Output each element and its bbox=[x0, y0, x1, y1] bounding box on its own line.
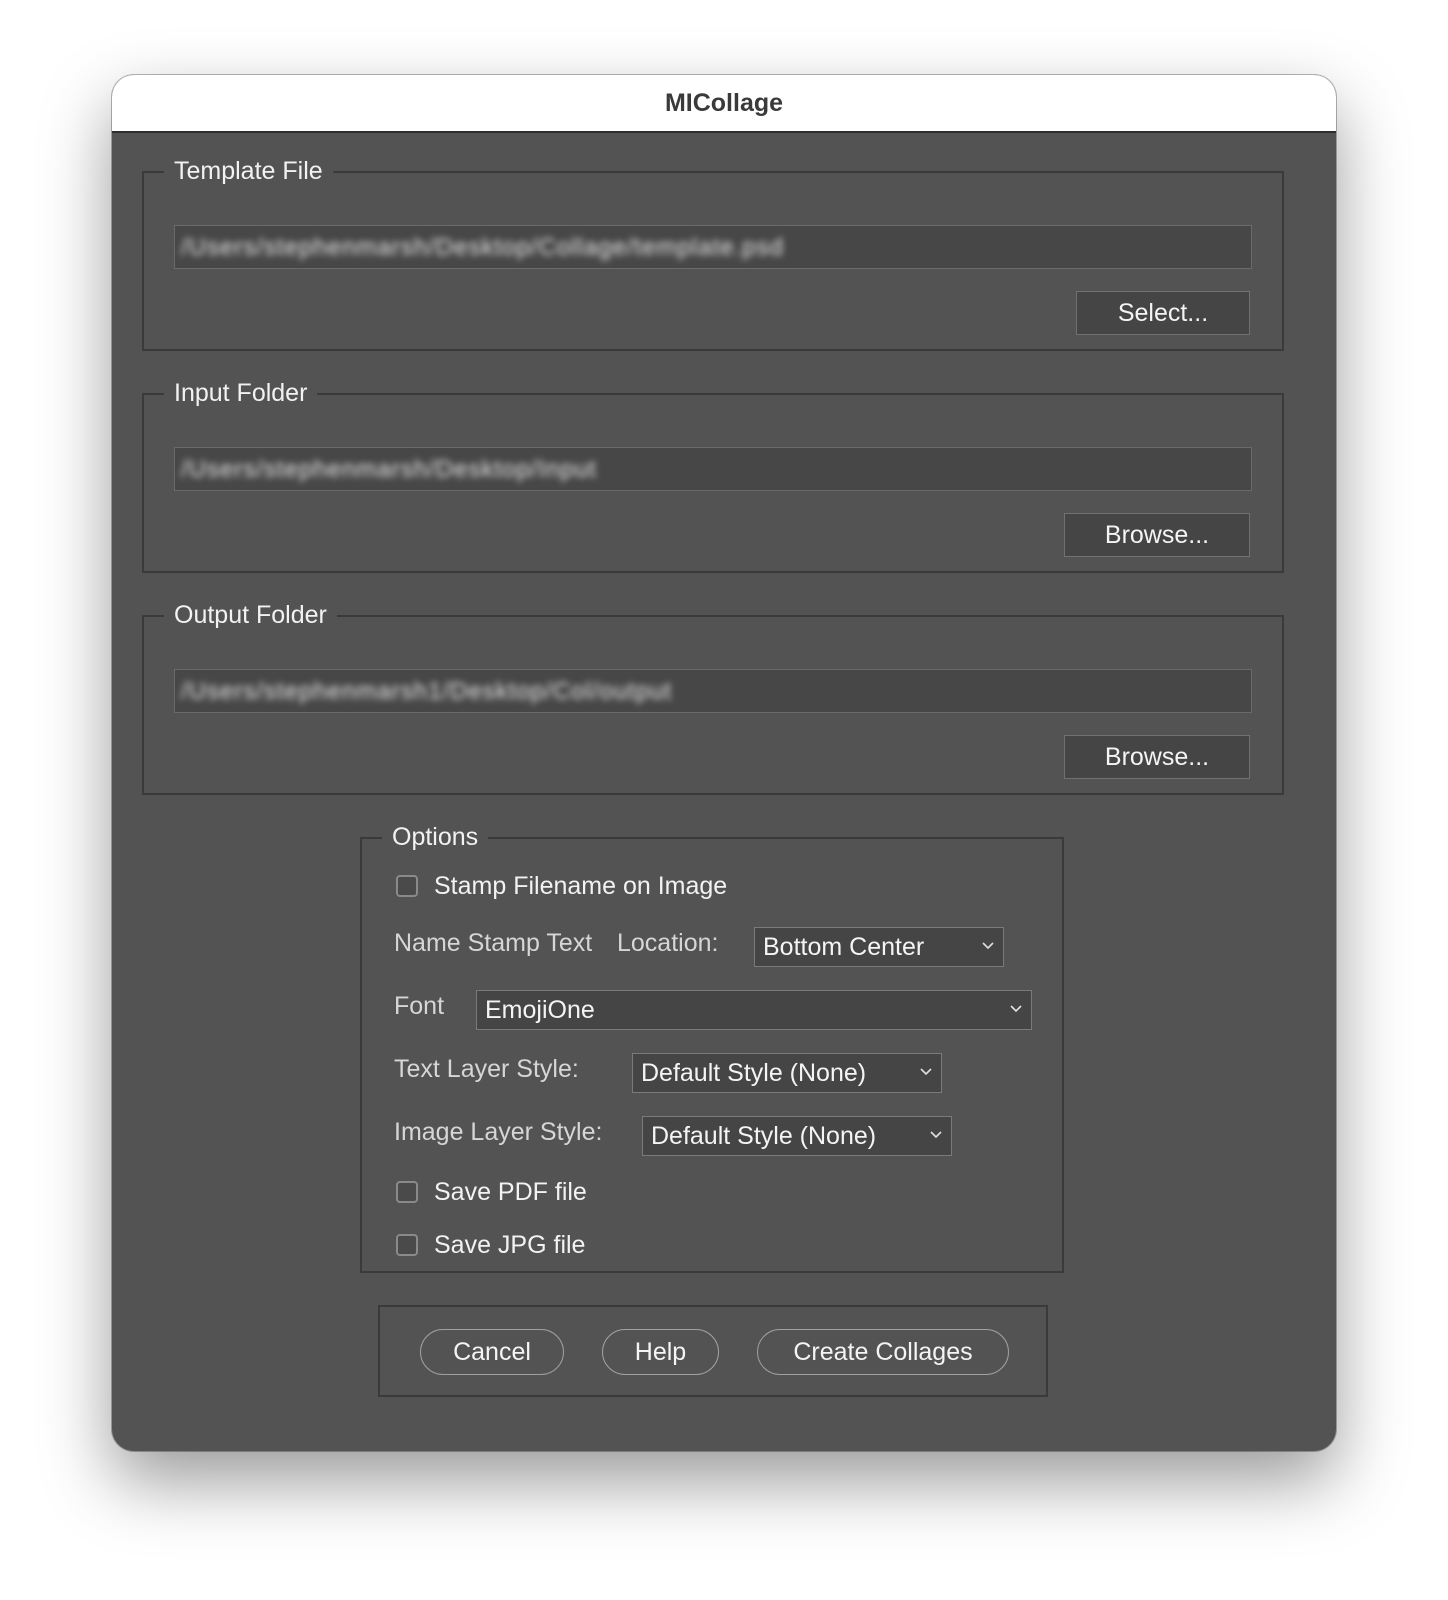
text-layer-style-select[interactable]: Default Style (None) bbox=[632, 1053, 942, 1093]
font-label: Font bbox=[394, 992, 445, 1020]
window-title: MICollage bbox=[112, 75, 1336, 133]
template-file-path: /Users/stephenmarsh/Desktop/Collage/temp… bbox=[181, 234, 784, 261]
stamp-filename-checkbox[interactable] bbox=[396, 875, 418, 897]
chevron-down-icon bbox=[920, 1068, 932, 1076]
input-folder-group: Input Folder /Users/stephenmarsh/Desktop… bbox=[142, 377, 1284, 573]
template-file-group: Template File /Users/stephenmarsh/Deskto… bbox=[142, 155, 1284, 351]
text-layer-style-label: Text Layer Style: bbox=[394, 1055, 579, 1083]
help-button[interactable]: Help bbox=[602, 1329, 719, 1375]
save-pdf-checkbox[interactable] bbox=[396, 1181, 418, 1203]
browse-output-button[interactable]: Browse... bbox=[1064, 735, 1250, 779]
output-folder-path-field[interactable]: /Users/stephenmarsh1/Desktop/Col/output bbox=[174, 669, 1252, 713]
output-folder-legend: Output Folder bbox=[164, 599, 337, 631]
options-legend: Options bbox=[382, 821, 489, 853]
chevron-down-icon bbox=[930, 1131, 942, 1139]
image-layer-style-value: Default Style (None) bbox=[651, 1122, 877, 1150]
text-layer-style-value: Default Style (None) bbox=[641, 1059, 867, 1087]
save-jpg-label: Save JPG file bbox=[434, 1231, 586, 1259]
chevron-down-icon bbox=[982, 942, 994, 950]
browse-input-button[interactable]: Browse... bbox=[1064, 513, 1250, 557]
chevron-down-icon bbox=[1010, 1005, 1022, 1013]
cancel-button[interactable]: Cancel bbox=[420, 1329, 564, 1375]
action-buttons-group: Cancel Help Create Collages bbox=[378, 1305, 1048, 1397]
input-folder-path-field[interactable]: /Users/stephenmarsh/Desktop/Input bbox=[174, 447, 1252, 491]
input-folder-path: /Users/stephenmarsh/Desktop/Input bbox=[181, 456, 597, 483]
stamp-filename-label: Stamp Filename on Image bbox=[434, 872, 728, 900]
location-value: Bottom Center bbox=[763, 933, 925, 961]
font-select[interactable]: EmojiOne bbox=[476, 990, 1032, 1030]
font-value: EmojiOne bbox=[485, 996, 595, 1024]
output-folder-path: /Users/stephenmarsh1/Desktop/Col/output bbox=[181, 678, 673, 705]
image-layer-style-label: Image Layer Style: bbox=[394, 1118, 603, 1146]
save-pdf-label: Save PDF file bbox=[434, 1178, 587, 1206]
select-template-button[interactable]: Select... bbox=[1076, 291, 1250, 335]
template-file-legend: Template File bbox=[164, 155, 333, 187]
options-group: Options Stamp Filename on Image Name Sta… bbox=[360, 821, 1064, 1273]
name-stamp-text-label: Name Stamp Text bbox=[394, 929, 593, 957]
location-label: Location: bbox=[617, 929, 719, 957]
micollage-dialog: MICollage Template File /Users/stephenma… bbox=[112, 75, 1336, 1451]
input-folder-legend: Input Folder bbox=[164, 377, 318, 409]
template-file-path-field[interactable]: /Users/stephenmarsh/Desktop/Collage/temp… bbox=[174, 225, 1252, 269]
location-select[interactable]: Bottom Center bbox=[754, 927, 1004, 967]
output-folder-group: Output Folder /Users/stephenmarsh1/Deskt… bbox=[142, 599, 1284, 795]
image-layer-style-select[interactable]: Default Style (None) bbox=[642, 1116, 952, 1156]
save-jpg-checkbox[interactable] bbox=[396, 1234, 418, 1256]
create-collages-button[interactable]: Create Collages bbox=[757, 1329, 1009, 1375]
